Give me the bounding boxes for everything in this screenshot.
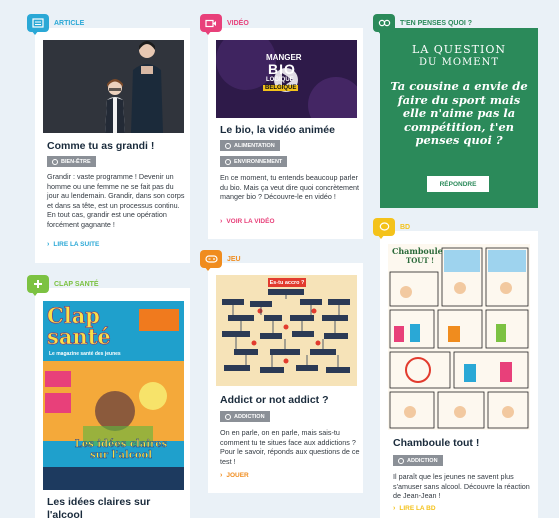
chevron-right-icon: › [47,241,50,248]
quiz-tag-label: T'en penses quoi ? [400,19,473,27]
video-tag: Vidéo [200,14,249,35]
quiz-question: Ta cousine a envie de faire du sport mai… [390,79,528,147]
video-watch-link[interactable]: › Voir la vidéo [220,218,275,225]
jeu-cta-label: Jouer [226,472,249,479]
stethoscope-icon [52,158,58,165]
clap-tag: Clap santé [27,275,99,296]
bd-comic-title: Chamboule TOUT ! [392,246,443,266]
video-badge-alimentation-label: Alimentation [234,142,275,149]
bd-tag-label: BD [400,223,411,231]
video-thumb-line4: BELGIQUE [263,85,299,91]
jeu-play-link[interactable]: › Jouer [220,472,249,479]
video-badge-environnement[interactable]: Environnement [220,156,288,167]
jeu-title[interactable]: Addict or not addict ? [220,394,360,407]
newspaper-icon [27,14,49,35]
chevron-right-icon: › [393,505,396,512]
clap-cover-subtitle: Le magazine santé des jeunes [49,351,121,357]
video-camera-icon [200,14,222,35]
apple-icon [225,142,231,149]
article-description: Grandir : vaste programme ! Devenir un h… [47,172,185,229]
bd-description: Il paraît que les jeunes ne savent plus … [393,472,530,501]
quiz-tag: T'en penses quoi ? [373,14,473,35]
article-badge-label: Bien-être [61,158,91,165]
bd-badge[interactable]: Addiction [393,455,443,466]
clap-cover[interactable]: Clap santé Le magazine santé des jeunes … [43,301,184,490]
speech-bubble-icon [373,218,395,239]
article-badge[interactable]: Bien-être [47,156,96,167]
quiz-heading: LA QUESTION DU MOMENT [380,43,538,68]
quiz-heading-line1: LA QUESTION [412,43,506,56]
video-badge-environnement-label: Environnement [234,158,283,165]
jeu-badge-label: Addiction [234,413,265,420]
bd-read-link[interactable]: › Lire la BD [393,505,436,512]
article-cta-label: Lire la suite [53,241,100,248]
bd-comic-title-line1: Chamboule [392,246,443,256]
jeu-badge[interactable]: Addiction [220,411,270,422]
video-description: En ce moment, tu entends beaucoup parler… [220,173,360,202]
jeu-flowchart-image[interactable]: Es-tu accro ? [216,275,357,386]
video-thumb-line3: LOGIQUE [266,77,294,83]
bd-title[interactable]: Chamboule tout ! [393,437,533,450]
bd-badge-label: Addiction [407,457,438,464]
chevron-right-icon: › [220,218,223,225]
video-title[interactable]: Le bio, la vidéo animée [220,124,360,137]
clap-cover-headline-line1: Les idées claires [74,439,168,450]
jeu-thumb-heading: Es-tu accro ? [268,278,306,287]
clap-cover-headline: Les idées claires sur l'alcool [61,439,181,461]
clap-cover-headline-line2: sur l'alcool [89,450,153,461]
video-thumb-line2: BIO [268,61,296,77]
video-thumbnail[interactable]: MANGER BIO LOGIQUE BELGIQUE [216,40,357,118]
bd-cta-label: Lire la BD [399,505,436,512]
bd-tag: BD [373,218,411,239]
jeu-tag: Jeu [200,250,241,271]
clap-title[interactable]: Les idées claires sur l'alcool [47,496,177,518]
video-badge-alimentation[interactable]: Alimentation [220,140,280,151]
bd-comic-title-line2: TOUT ! [406,256,435,265]
article-tag-label: Article [54,19,85,27]
video-tag-label: Vidéo [227,19,249,27]
article-title[interactable]: Comme tu as grandi ! [47,140,187,153]
bd-comic-image[interactable]: Chamboule TOUT ! [388,244,530,430]
jeu-tag-label: Jeu [227,255,241,263]
plus-icon [27,275,49,296]
gamepad-icon [200,250,222,271]
quiz-heading-line2: DU MOMENT [418,57,500,68]
syringe-icon [225,413,231,420]
article-tag: Article [27,14,85,35]
syringe-icon [398,457,404,464]
quiz-answer-button[interactable]: Répondre [427,176,489,192]
jeu-description: On en parle, on en parle, mais sais-tu c… [220,428,360,466]
leaf-icon [225,158,231,165]
clap-tag-label: Clap santé [54,280,99,288]
article-image[interactable] [43,40,184,133]
clap-cover-title: Clap santé [47,303,111,349]
eyes-icon [373,14,395,35]
video-cta-label: Voir la vidéo [226,218,275,225]
article-read-more-link[interactable]: › Lire la suite [47,241,99,248]
chevron-right-icon: › [220,472,223,479]
